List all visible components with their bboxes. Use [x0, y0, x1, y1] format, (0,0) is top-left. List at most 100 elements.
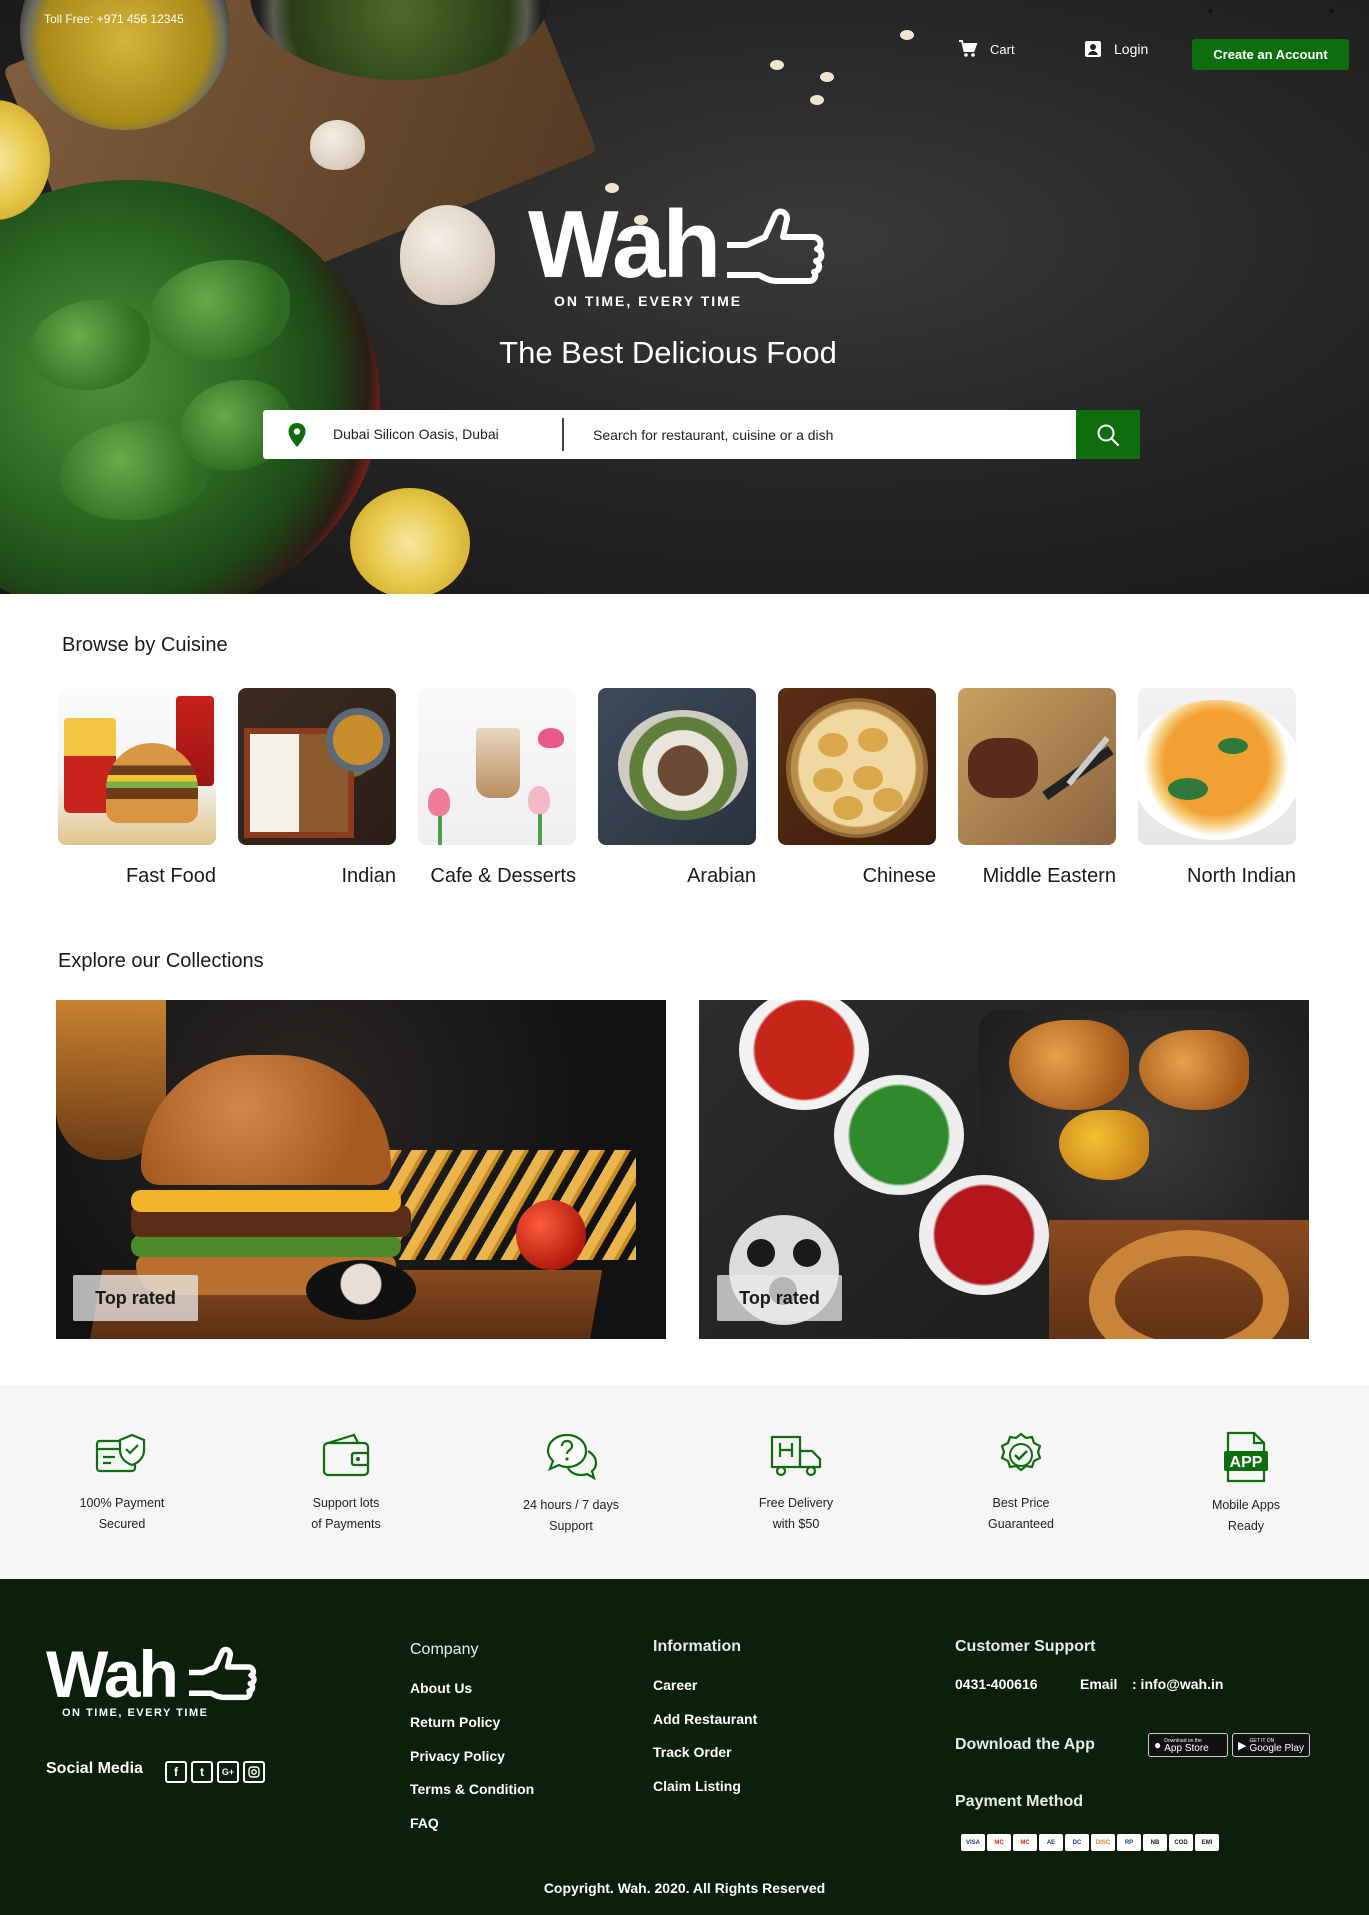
cuisine-image-indian	[238, 688, 396, 845]
footer-brand-logo[interactable]: Wah ON TIME, EVERY TIME	[46, 1639, 276, 1719]
feature-item: 100% Payment Secured	[32, 1431, 212, 1535]
footer-support-heading: Customer Support	[955, 1638, 1096, 1655]
cuisine-card[interactable]: Arabian	[598, 688, 756, 888]
search-button[interactable]	[1076, 410, 1140, 459]
footer-company-heading: Company	[410, 1641, 479, 1658]
cuisine-label: Indian	[341, 865, 397, 887]
cuisine-card[interactable]: Chinese	[778, 688, 936, 888]
cuisine-label: Chinese	[862, 865, 936, 887]
cuisine-section-title: Browse by Cuisine	[62, 634, 228, 656]
emi-icon: EMI	[1195, 1834, 1219, 1851]
top-rated-badge: Top rated	[73, 1275, 198, 1321]
bean-image	[820, 72, 834, 82]
cuisine-label: North Indian	[1187, 865, 1296, 887]
hero-banner: Toll Free: +971 456 12345 ▼ ▼ Cart Login…	[0, 0, 1369, 594]
google-play-button[interactable]: ▶ GET IT ON Google Play	[1232, 1733, 1310, 1757]
google-plus-icon[interactable]: G+	[217, 1761, 239, 1783]
create-account-button[interactable]: Create an Account	[1192, 39, 1349, 70]
chat-help-icon	[546, 1433, 598, 1481]
search-bar: Dubai Silicon Oasis, Dubai	[263, 410, 1140, 459]
visa-icon: VISA	[961, 1834, 985, 1851]
maestro-icon: MC	[1013, 1834, 1037, 1851]
location-selector[interactable]: Dubai Silicon Oasis, Dubai	[333, 426, 499, 442]
social-media-label: Social Media	[46, 1760, 143, 1777]
brand-logo[interactable]: Wah ON TIME, EVERY TIME	[528, 195, 858, 315]
footer-link-terms[interactable]: Terms & Condition	[410, 1781, 534, 1797]
brand-tagline: ON TIME, EVERY TIME	[62, 1707, 209, 1719]
thumbs-up-icon	[186, 1645, 276, 1712]
collections-section-title: Explore our Collections	[58, 950, 264, 972]
brand-tagline: ON TIME, EVERY TIME	[554, 293, 743, 309]
support-email-label: Email	[1080, 1676, 1118, 1692]
search-icon	[1097, 424, 1120, 446]
app-store-label: App Store	[1164, 1743, 1209, 1754]
footer-link-add-restaurant[interactable]: Add Restaurant	[653, 1711, 757, 1727]
feature-item: Best Price Guaranteed	[931, 1431, 1111, 1535]
instagram-icon[interactable]	[243, 1761, 265, 1783]
cuisine-card[interactable]: Middle Eastern	[958, 688, 1116, 888]
bean-image	[810, 95, 824, 105]
discover-icon: DISC	[1091, 1834, 1115, 1851]
hero-title: The Best Delicious Food	[499, 335, 837, 370]
facebook-icon[interactable]: f	[165, 1761, 187, 1783]
toll-free-number: Toll Free: +971 456 12345	[44, 12, 184, 26]
footer-link-privacy-policy[interactable]: Privacy Policy	[410, 1748, 505, 1764]
cuisine-label: Fast Food	[125, 865, 216, 887]
svg-text:APP: APP	[1230, 1454, 1263, 1471]
app-store-button[interactable]: ● Download on the App Store	[1148, 1733, 1228, 1757]
collection-card-burger[interactable]: Top rated	[56, 1000, 666, 1339]
support-phone[interactable]: 0431-400616	[955, 1676, 1038, 1692]
lemon-image	[350, 488, 470, 594]
footer-link-claim-listing[interactable]: Claim Listing	[653, 1778, 741, 1794]
cuisine-card[interactable]: Cafe & Desserts	[418, 688, 576, 888]
wallet-icon	[322, 1433, 370, 1477]
cuisine-label: Cafe & Desserts	[430, 865, 576, 887]
login-label: Login	[1114, 41, 1149, 57]
footer-link-about-us[interactable]: About Us	[410, 1680, 472, 1696]
feature-text: Best Price Guaranteed	[987, 1496, 1055, 1531]
footer-link-return-policy[interactable]: Return Policy	[410, 1714, 500, 1730]
feature-text: 100% Payment Secured	[79, 1496, 165, 1531]
footer-link-faq[interactable]: FAQ	[410, 1815, 439, 1831]
chevron-down-icon[interactable]: ▼	[1327, 6, 1336, 16]
cuisine-image-arabian	[598, 688, 756, 845]
cuisine-image-north-indian	[1138, 688, 1296, 845]
garlic-image	[400, 205, 495, 305]
google-play-label: Google Play	[1249, 1743, 1304, 1754]
footer-link-career[interactable]: Career	[653, 1677, 697, 1693]
brand-name: Wah	[46, 1637, 179, 1711]
cuisine-image-fast-food	[58, 688, 216, 845]
download-app-label: Download the App	[955, 1736, 1095, 1753]
support-email[interactable]: : info@wah.in	[1132, 1676, 1223, 1692]
bean-image	[900, 30, 914, 40]
collection-card-grill[interactable]: Top rated	[699, 1000, 1309, 1339]
cart-link[interactable]: Cart	[958, 40, 1015, 58]
garlic-image	[310, 120, 365, 170]
footer: Wah ON TIME, EVERY TIME Social Media f t…	[0, 1579, 1369, 1915]
payment-method-label: Payment Method	[955, 1793, 1084, 1810]
footer-link-track-order[interactable]: Track Order	[653, 1744, 732, 1760]
feature-text: Support lots of Payments	[311, 1496, 381, 1531]
cuisine-card[interactable]: Fast Food	[58, 688, 216, 888]
app-file-icon: APP	[1224, 1431, 1268, 1483]
chevron-down-icon[interactable]: ▼	[1206, 6, 1215, 16]
cuisine-card[interactable]: North Indian	[1138, 688, 1296, 888]
footer-information-heading: Information	[653, 1638, 741, 1655]
mastercard-icon: MC	[987, 1834, 1011, 1851]
feature-item: Free Delivery with $50	[706, 1431, 886, 1535]
login-link[interactable]: Login	[1084, 40, 1148, 58]
delivery-truck-icon	[770, 1435, 822, 1477]
cuisine-card[interactable]: Indian	[238, 688, 396, 888]
bean-image	[770, 60, 784, 70]
rupay-icon: RP	[1117, 1834, 1141, 1851]
cart-icon	[958, 40, 978, 58]
feature-item: 24 hours / 7 days Support	[481, 1431, 661, 1537]
brand-name: Wah	[528, 191, 721, 298]
payment-methods: VISA MC MC AE DC DISC RP NB COD EMI	[961, 1834, 1219, 1851]
search-input[interactable]	[593, 418, 1013, 451]
cart-label: Cart	[990, 41, 1015, 57]
diners-icon: DC	[1065, 1834, 1089, 1851]
twitter-icon[interactable]: t	[191, 1761, 213, 1783]
apple-icon: ●	[1154, 1738, 1162, 1752]
divider	[562, 418, 564, 451]
